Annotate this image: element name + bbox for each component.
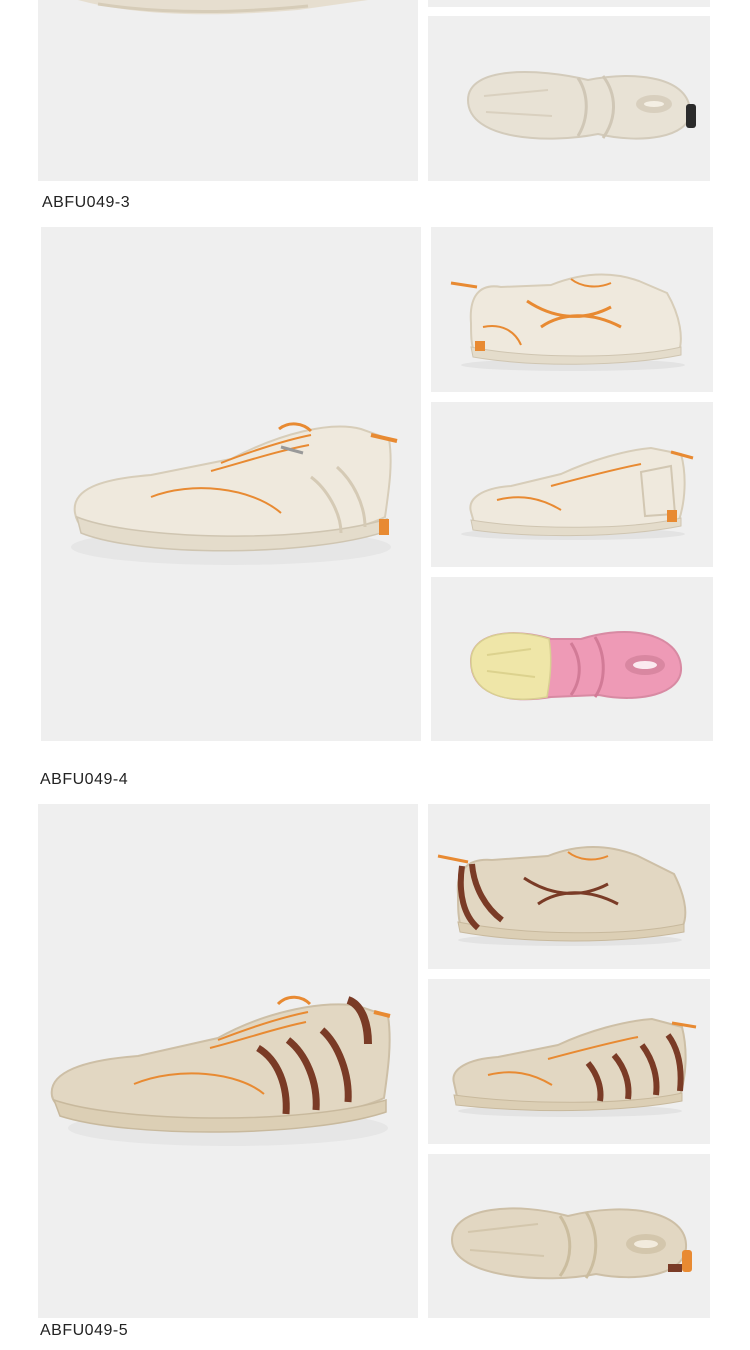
product-image-1-main[interactable] — [41, 227, 421, 741]
product-code-caption: ABFU049-4 — [40, 771, 129, 788]
product-image-0-main[interactable] — [38, 0, 418, 181]
product-image-2-main[interactable] — [38, 804, 418, 1318]
product-code-caption: ABFU049-3 — [42, 194, 131, 211]
product-image-2-thumb-1[interactable] — [428, 804, 710, 969]
product-image-2-thumb-2[interactable] — [428, 979, 710, 1144]
shoe-sole-icon — [466, 71, 696, 140]
shoe-side-icon — [461, 446, 694, 540]
shoe-side-icon — [450, 273, 685, 371]
shoe-side-icon — [452, 1017, 697, 1117]
shoe-sole-icon — [469, 631, 683, 701]
product-image-1-thumb-1[interactable] — [431, 227, 713, 392]
product-image-1-thumb-2[interactable] — [431, 402, 713, 567]
shoe-angle-icon — [71, 422, 398, 565]
product-image-1-thumb-3[interactable] — [431, 577, 713, 741]
product-image-0-thumb-1[interactable] — [428, 0, 710, 7]
product-image-0-thumb-2[interactable] — [428, 16, 710, 181]
product-code-caption: ABFU049-5 — [40, 1322, 129, 1339]
shoe-side-icon — [437, 846, 687, 946]
shoe-sole-icon — [450, 1207, 692, 1280]
shoe-angle-icon — [78, 0, 368, 15]
shoe-angle-icon — [50, 995, 391, 1146]
product-image-2-thumb-3[interactable] — [428, 1154, 710, 1318]
